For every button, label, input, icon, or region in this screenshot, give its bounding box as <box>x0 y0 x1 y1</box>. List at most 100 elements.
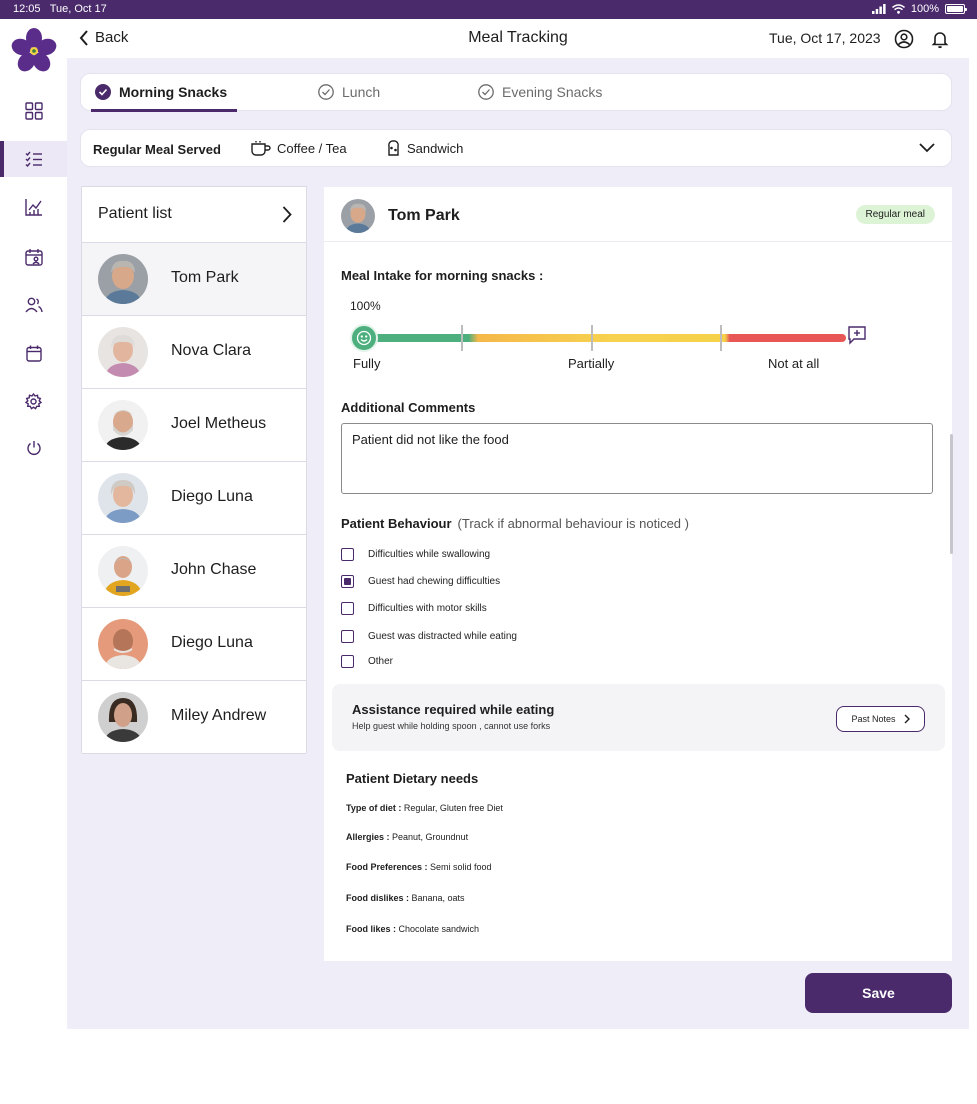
patient-name: Diego Luna <box>171 488 253 505</box>
checkbox-checked[interactable] <box>341 575 354 588</box>
flower-logo <box>11 28 57 72</box>
patient-row[interactable]: John Chase <box>82 535 306 608</box>
slider-tick <box>591 325 593 351</box>
add-note-icon[interactable] <box>847 325 867 345</box>
meal-item-coffee: Coffee / Tea <box>251 140 347 156</box>
checkbox[interactable] <box>341 548 354 561</box>
meal-served-label: Regular Meal Served <box>93 142 221 157</box>
behaviour-title-text: Patient Behaviour <box>341 516 452 531</box>
diet-row-type: Type of diet : Regular, Gluten free Diet <box>346 803 503 813</box>
meal-served-bar[interactable]: Regular Meal Served Coffee / Tea Sandwic… <box>80 129 952 167</box>
sidebar-item-settings[interactable] <box>0 383 67 419</box>
checklist-icon <box>25 151 42 167</box>
assistance-title: Assistance required while eating <box>352 702 555 717</box>
patient-row[interactable]: Diego Luna <box>82 462 306 535</box>
meal-item-label: Coffee / Tea <box>277 140 347 156</box>
slider-tick <box>461 325 463 351</box>
check-circle-icon <box>318 84 334 100</box>
dietary-title: Patient Dietary needs <box>346 771 479 786</box>
patient-list: Patient list Tom Park Nova Clara Joel Me… <box>81 186 307 754</box>
past-notes-button[interactable]: Past Notes <box>836 706 925 732</box>
diet-row-likes: Food likes : Chocolate sandwich <box>346 924 480 934</box>
option-label: Other <box>368 656 394 667</box>
diet-row-allergies: Allergies : Peanut, Groundnut <box>346 832 469 842</box>
patient-row[interactable]: Miley Andrew <box>82 681 306 754</box>
checkbox[interactable] <box>341 630 354 643</box>
wifi-icon <box>891 4 905 14</box>
patient-name: Joel Metheus <box>171 415 267 432</box>
behaviour-option[interactable]: Guest had chewing difficulties <box>341 575 500 588</box>
patient-row[interactable]: Diego Luna <box>82 608 306 681</box>
behaviour-option[interactable]: Other <box>341 655 393 668</box>
sidebar-item-patients[interactable] <box>0 287 67 323</box>
behaviour-subtitle: (Track if abnormal behaviour is noticed … <box>457 516 689 531</box>
patient-name: Miley Andrew <box>171 707 267 724</box>
sidebar-item-logout[interactable] <box>0 430 67 466</box>
level-fully: Fully <box>353 356 381 371</box>
avatar <box>98 254 148 304</box>
option-label: Guest was distracted while eating <box>368 631 517 642</box>
check-circle-filled-icon <box>95 84 111 100</box>
sandwich-icon <box>388 140 399 156</box>
meal-tabs: Morning Snacks Lunch Evening Snacks <box>80 73 952 112</box>
intake-title: Meal Intake for morning snacks : <box>341 268 544 283</box>
option-label: Guest had chewing difficulties <box>368 576 501 587</box>
chevron-down-icon[interactable] <box>919 143 935 153</box>
slider-tick <box>720 325 722 351</box>
sidebar-item-calendar[interactable] <box>0 335 67 371</box>
behaviour-option[interactable]: Difficulties while swallowing <box>341 548 490 561</box>
sidebar-item-reports[interactable] <box>0 189 67 225</box>
coffee-cup-icon <box>251 141 271 156</box>
tab-lunch[interactable]: Lunch <box>318 84 380 100</box>
chevron-right-icon[interactable] <box>282 206 292 223</box>
calendar-person-icon <box>24 249 43 266</box>
checkbox[interactable] <box>341 655 354 668</box>
intake-percent: 100% <box>350 299 381 313</box>
avatar <box>98 692 148 742</box>
level-not-at-all: Not at all <box>768 356 820 371</box>
avatar <box>98 619 148 669</box>
patient-name: Nova Clara <box>171 342 252 359</box>
active-tab-indicator <box>91 109 237 112</box>
tab-label: Morning Snacks <box>119 84 228 100</box>
patient-row[interactable]: Tom Park <box>82 243 306 316</box>
slider-knob[interactable] <box>350 324 378 352</box>
tab-evening-snacks[interactable]: Evening Snacks <box>478 84 602 100</box>
patient-row[interactable]: Nova Clara <box>82 316 306 389</box>
sidebar-item-meal-tracking[interactable] <box>0 141 67 177</box>
chart-icon <box>24 199 42 216</box>
scrollbar[interactable] <box>950 434 953 554</box>
avatar <box>98 327 148 377</box>
tab-morning-snacks[interactable]: Morning Snacks <box>95 84 227 100</box>
patient-row[interactable]: Joel Metheus <box>82 389 306 462</box>
patient-list-header[interactable]: Patient list <box>82 187 306 243</box>
behaviour-title: Patient Behaviour (Track if abnormal beha… <box>341 516 689 531</box>
checkbox[interactable] <box>341 602 354 615</box>
behaviour-option[interactable]: Difficulties with motor skills <box>341 602 487 615</box>
signal-icon <box>871 4 886 14</box>
save-button[interactable]: Save <box>805 973 952 1013</box>
sidebar-item-dashboard[interactable] <box>0 93 67 129</box>
behaviour-option[interactable]: Guest was distracted while eating <box>341 630 517 643</box>
patient-list-title: Patient list <box>98 205 172 222</box>
sidebar <box>0 19 67 1029</box>
tab-label: Evening Snacks <box>502 84 603 100</box>
profile-icon[interactable] <box>894 29 914 49</box>
intake-slider[interactable] <box>350 323 852 353</box>
status-bar: 12:05 Tue, Oct 17 100% <box>0 0 977 19</box>
tab-label: Lunch <box>342 84 381 100</box>
chevron-right-icon <box>904 714 910 724</box>
avatar <box>98 473 148 523</box>
comments-textarea[interactable]: Patient did not like the food <box>341 423 933 494</box>
dashboard-icon <box>24 102 43 120</box>
avatar <box>98 400 148 450</box>
bell-icon[interactable] <box>930 29 950 49</box>
battery-percent: 100% <box>910 3 939 15</box>
main-area: Back Meal Tracking Tue, Oct 17, 2023 Mor… <box>67 19 969 1029</box>
users-icon <box>24 297 43 313</box>
assistance-card: Assistance required while eating Help gu… <box>332 684 945 751</box>
intake-track <box>362 334 846 342</box>
option-label: Difficulties while swallowing <box>368 549 491 560</box>
sidebar-item-schedule[interactable] <box>0 239 67 275</box>
option-label: Difficulties with motor skills <box>368 603 487 614</box>
